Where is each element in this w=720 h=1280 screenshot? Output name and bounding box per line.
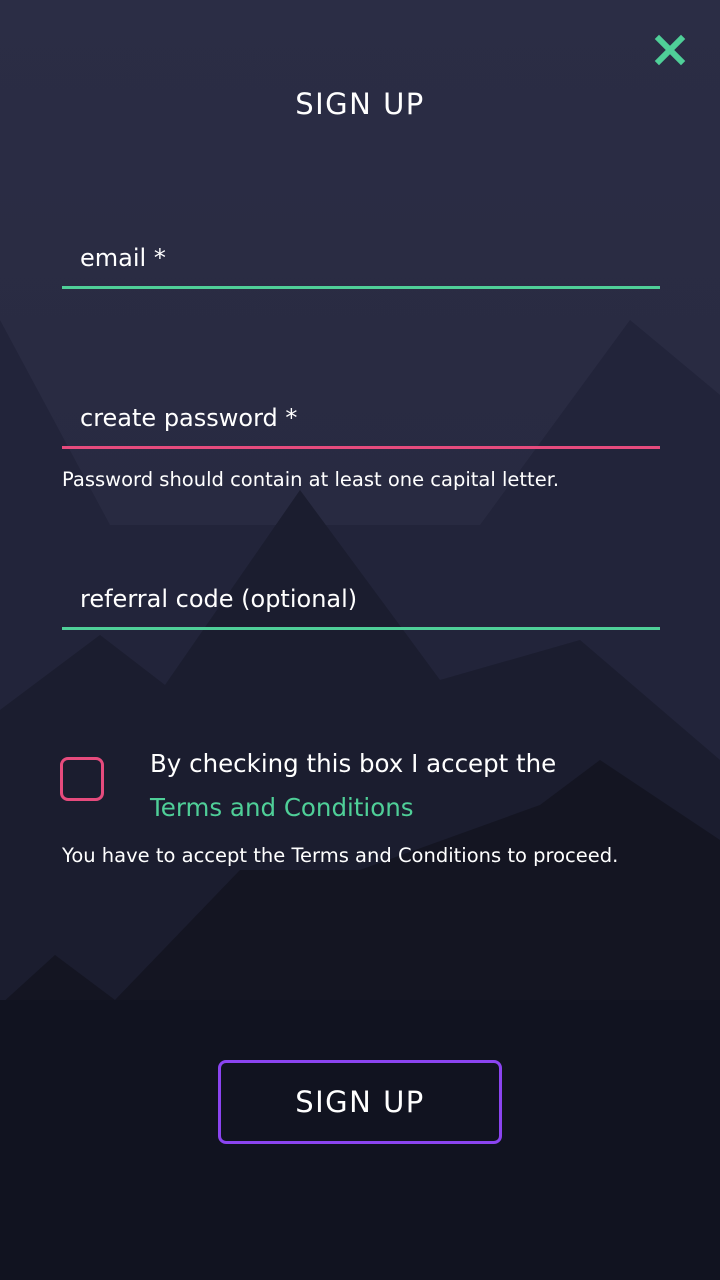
terms-link[interactable]: Terms and Conditions: [150, 793, 414, 822]
password-field: [62, 389, 660, 449]
referral-field: [62, 570, 660, 630]
terms-hint: You have to accept the Terms and Conditi…: [62, 844, 619, 867]
terms-label-block: By checking this box I accept the Terms …: [150, 742, 680, 830]
signup-screen: SIGN UP Password should contain at least…: [0, 0, 720, 1280]
password-hint: Password should contain at least one cap…: [62, 468, 560, 491]
signup-button[interactable]: SIGN UP: [218, 1060, 502, 1144]
email-field: [62, 229, 660, 289]
terms-label: By checking this box I accept the: [150, 749, 557, 778]
referral-input[interactable]: [62, 570, 660, 627]
email-input[interactable]: [62, 229, 660, 286]
password-input[interactable]: [62, 389, 660, 446]
page-title: SIGN UP: [295, 87, 425, 121]
terms-checkbox[interactable]: [60, 757, 104, 801]
close-icon: [654, 34, 686, 66]
close-button[interactable]: [650, 30, 690, 70]
